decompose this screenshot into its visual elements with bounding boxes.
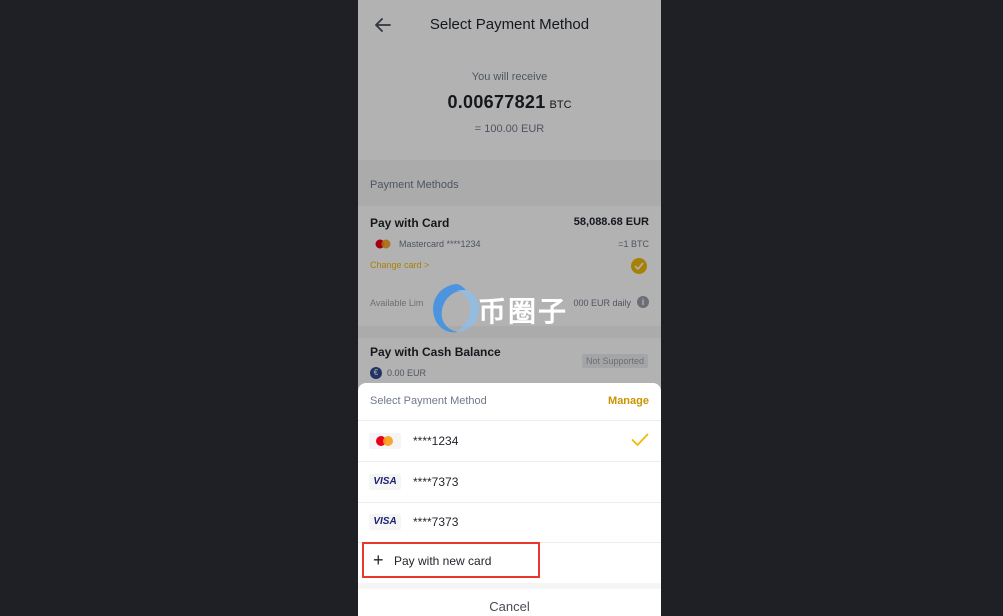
card-number: ****7373 <box>413 475 459 489</box>
visa-icon: VISA <box>369 474 401 490</box>
new-card-label: Pay with new card <box>394 554 492 568</box>
sheet-header: Select Payment Method Manage <box>358 383 661 421</box>
checkmark-icon <box>631 433 649 446</box>
visa-icon: VISA <box>369 514 401 530</box>
pay-with-new-card-button[interactable]: + Pay with new card <box>362 542 540 578</box>
section-divider <box>358 583 661 589</box>
card-number: ****1234 <box>413 434 459 448</box>
payment-method-sheet: Select Payment Method Manage ****1234 VI… <box>358 383 661 616</box>
plus-icon: + <box>373 550 384 570</box>
card-number: ****7373 <box>413 515 459 529</box>
manage-button[interactable]: Manage <box>608 395 649 407</box>
card-option-visa[interactable]: VISA ****7373 <box>358 462 661 503</box>
watermark-swirl-icon <box>433 284 479 333</box>
watermark-text: 币圈子 <box>478 295 569 328</box>
cancel-button[interactable]: Cancel <box>358 599 661 614</box>
sheet-title: Select Payment Method <box>370 395 487 407</box>
watermark-logo: 币圈子 <box>426 278 576 338</box>
mastercard-icon <box>369 433 401 449</box>
card-option-visa[interactable]: VISA ****7373 <box>358 502 661 543</box>
card-option-mastercard[interactable]: ****1234 <box>358 421 661 462</box>
